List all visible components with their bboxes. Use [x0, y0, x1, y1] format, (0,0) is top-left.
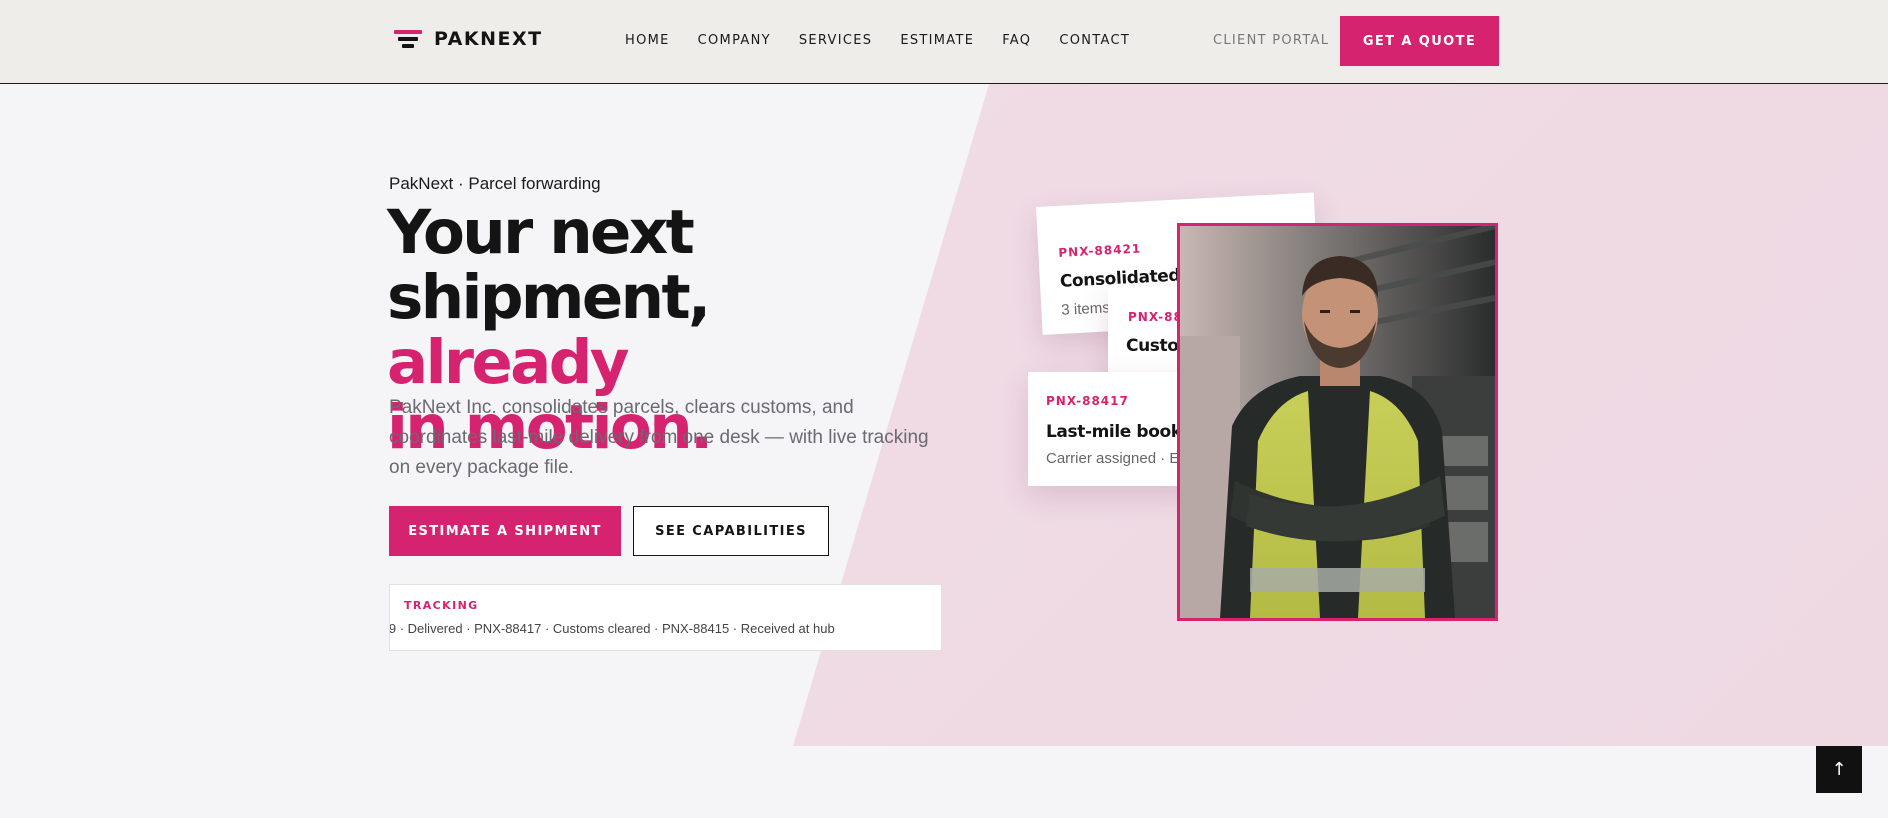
arrow-up-icon: ↑ [1831, 759, 1847, 780]
tracking-feed-text: l9 · Delivered · PNX-88417 · Customs cle… [390, 621, 835, 636]
site-header: PAKNEXT HOME COMPANY SERVICES ESTIMATE F… [0, 0, 1888, 84]
tracking-label: TRACKING [404, 599, 479, 612]
brand-logo[interactable]: PAKNEXT [394, 28, 543, 50]
nav-estimate[interactable]: ESTIMATE [900, 33, 974, 48]
tracking-ticker: TRACKING l9 · Delivered · PNX-88417 · Cu… [389, 584, 942, 651]
see-capabilities-button[interactable]: SEE CAPABILITIES [633, 506, 829, 556]
client-portal-link[interactable]: CLIENT PORTAL [1213, 33, 1329, 48]
logo-icon [394, 28, 422, 50]
main-nav: HOME COMPANY SERVICES ESTIMATE FAQ CONTA… [625, 33, 1158, 48]
hero-eyebrow: PakNext · Parcel forwarding [389, 174, 601, 193]
nav-company[interactable]: COMPANY [698, 33, 771, 48]
worker-illustration [1180, 226, 1495, 618]
shipment-meta: Carrier assigned · ET [1046, 450, 1189, 467]
shipment-meta: 3 items [1060, 299, 1111, 319]
shipment-code: PNX-88417 [1046, 394, 1129, 408]
shipment-code: PNX-88421 [1058, 241, 1142, 260]
nav-contact[interactable]: CONTACT [1059, 33, 1130, 48]
hero-photo-worker [1177, 223, 1498, 621]
headline-accent-already: already [387, 327, 630, 398]
headline-line-1: Your next [387, 197, 695, 268]
estimate-shipment-button[interactable]: ESTIMATE A SHIPMENT [389, 506, 621, 556]
back-to-top-button[interactable]: ↑ [1816, 746, 1862, 793]
nav-home[interactable]: HOME [625, 33, 670, 48]
get-a-quote-button[interactable]: GET A QUOTE [1340, 16, 1499, 66]
nav-services[interactable]: SERVICES [799, 33, 872, 48]
hero-lead: PakNext Inc. consolidates parcels, clear… [389, 397, 929, 478]
brand-name: PAKNEXT [434, 28, 543, 50]
headline-line-2: shipment, [387, 262, 711, 333]
nav-faq[interactable]: FAQ [1002, 33, 1031, 48]
tracking-feed: l9 · Delivered · PNX-88417 · Customs cle… [390, 621, 941, 641]
